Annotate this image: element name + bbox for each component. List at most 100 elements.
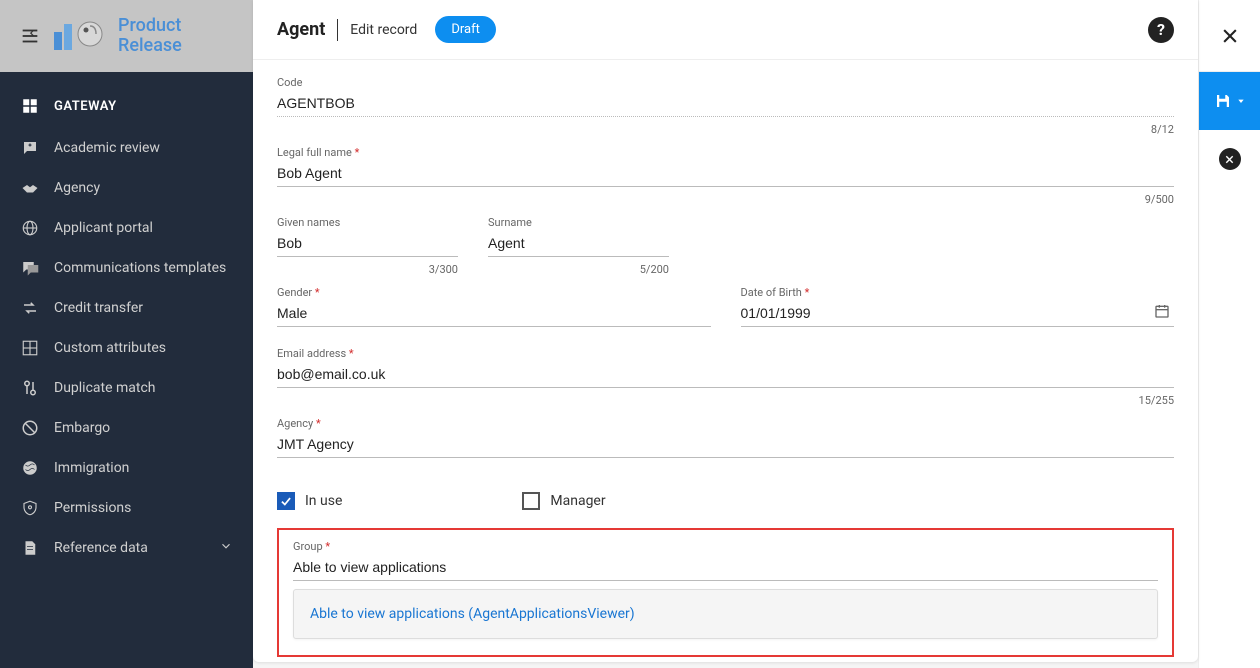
given-names-counter: 3/300 (277, 263, 458, 276)
gender-label: Gender * (277, 286, 711, 299)
legal-name-counter: 9/500 (277, 193, 1174, 206)
row-names: Given names 3/300 Surname 5/200 (277, 216, 1174, 286)
close-button[interactable] (1199, 0, 1260, 72)
status-badge: Draft (435, 16, 496, 43)
caret-down-icon (1237, 97, 1245, 105)
nav-item-permissions[interactable]: Permissions (0, 488, 253, 528)
chevron-down-icon (219, 539, 233, 557)
nav-item-custom-attributes[interactable]: Custom attributes (0, 328, 253, 368)
menu-toggle-button[interactable] (10, 16, 50, 56)
sidebar: Product Release GATEWAY Academic review … (0, 0, 253, 668)
nav-item-duplicate-match[interactable]: Duplicate match (0, 368, 253, 408)
email-label: Email address * (277, 347, 1174, 360)
cancel-icon (1219, 148, 1241, 170)
gender-select[interactable] (277, 302, 711, 327)
calendar-icon[interactable] (1154, 303, 1170, 323)
field-group: Group * (293, 540, 1158, 583)
checkbox-row: In use Manager (277, 474, 1174, 526)
surname-label: Surname (488, 216, 669, 229)
nav-item-agency[interactable]: Agency (0, 168, 253, 208)
nav-label: Custom attributes (54, 340, 166, 356)
email-counter: 15/255 (277, 394, 1174, 407)
comment-plus-icon (20, 138, 40, 158)
nav-item-embargo[interactable]: Embargo (0, 408, 253, 448)
email-input[interactable] (277, 363, 1174, 388)
nav-item-academic-review[interactable]: Academic review (0, 128, 253, 168)
group-input[interactable] (293, 556, 1158, 581)
logo-mark-icon (50, 14, 110, 58)
nav-label: Permissions (54, 500, 131, 516)
checkbox-icon-checked (277, 492, 295, 510)
field-surname: Surname (488, 216, 669, 259)
nav-item-applicant-portal[interactable]: Applicant portal (0, 208, 253, 248)
mode-label: Edit record (350, 22, 417, 38)
close-icon (1220, 26, 1240, 46)
form: Code 8/12 Legal full name * 9/500 Given … (253, 60, 1198, 662)
checkbox-icon-unchecked (522, 492, 540, 510)
cancel-button[interactable] (1199, 130, 1260, 188)
nav-label: Academic review (54, 140, 160, 156)
field-code: Code (277, 76, 1174, 119)
dob-input[interactable] (741, 302, 1175, 327)
nav-item-communications-templates[interactable]: Communications templates (0, 248, 253, 288)
save-icon (1214, 92, 1232, 110)
nav-item-credit-transfer[interactable]: Credit transfer (0, 288, 253, 328)
field-given-names: Given names (277, 216, 458, 259)
block-icon (20, 418, 40, 438)
agency-input[interactable] (277, 433, 1174, 458)
autocomplete-option[interactable]: Able to view applications (AgentApplicat… (293, 589, 1158, 639)
chat-icon (20, 258, 40, 278)
nav-item-reference-data[interactable]: Reference data (0, 528, 253, 568)
brand-name: Product Release (118, 16, 182, 56)
given-names-label: Given names (277, 216, 458, 229)
shield-icon (20, 498, 40, 518)
globe-icon (20, 218, 40, 238)
help-button[interactable]: ? (1148, 17, 1174, 43)
nav-label: Embargo (54, 420, 110, 436)
in-use-label: In use (305, 493, 342, 509)
dashboard-icon (20, 96, 40, 116)
manager-label: Manager (550, 493, 605, 509)
code-input[interactable] (277, 92, 1174, 117)
main-content: Agent Edit record Draft ? Code 8/12 Lega… (253, 0, 1198, 662)
nav-label: Credit transfer (54, 300, 143, 316)
entity-title: Agent (277, 19, 325, 40)
field-dob: Date of Birth * (741, 286, 1175, 329)
legal-name-input[interactable] (277, 162, 1174, 187)
brand-logo[interactable]: Product Release (50, 14, 182, 58)
compare-icon (20, 378, 40, 398)
nav-section-gateway[interactable]: GATEWAY (0, 84, 253, 128)
document-icon (20, 538, 40, 558)
divider (337, 19, 338, 41)
surname-counter: 5/200 (488, 263, 669, 276)
field-gender: Gender * (277, 286, 711, 329)
checkbox-in-use[interactable]: In use (277, 492, 342, 510)
nav-item-immigration[interactable]: Immigration (0, 448, 253, 488)
topbar: Agent Edit record Draft ? (253, 0, 1198, 60)
nav-label: Communications templates (54, 260, 226, 276)
dob-label: Date of Birth * (741, 286, 1175, 299)
nav-label: Reference data (54, 540, 148, 556)
field-legal-name: Legal full name * (277, 146, 1174, 189)
field-agency: Agency * (277, 417, 1174, 460)
nav-label: Duplicate match (54, 380, 156, 396)
field-email: Email address * (277, 347, 1174, 390)
group-section-highlighted: Group * Able to view applications (Agent… (277, 528, 1174, 657)
row-gender-dob: Gender * Date of Birth * (277, 286, 1174, 347)
nav-label: Immigration (54, 460, 129, 476)
nav-section-label: GATEWAY (54, 99, 117, 114)
code-counter: 8/12 (277, 123, 1174, 136)
agency-label: Agency * (277, 417, 1174, 430)
grid-icon (20, 338, 40, 358)
sidebar-nav: GATEWAY Academic review Agency Applicant… (0, 72, 253, 568)
checkbox-manager[interactable]: Manager (522, 492, 605, 510)
given-names-input[interactable] (277, 232, 458, 257)
save-button[interactable] (1199, 72, 1260, 130)
sidebar-header: Product Release (0, 0, 253, 72)
transfer-icon (20, 298, 40, 318)
handshake-icon (20, 178, 40, 198)
code-label: Code (277, 76, 1174, 89)
nav-label: Applicant portal (54, 220, 153, 236)
surname-input[interactable] (488, 232, 669, 257)
legal-name-label: Legal full name * (277, 146, 1174, 159)
